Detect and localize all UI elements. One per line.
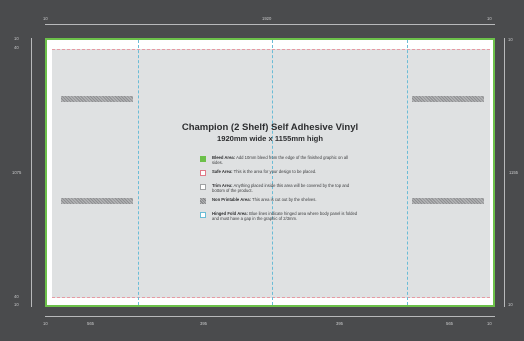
legend-item-trim: Trim Area: Anything placed inside this a… [200,183,360,197]
non-printable-swatch-icon [200,198,206,204]
bottom-dim-panel-4: 565 [446,321,453,326]
left-dim-bottom-trim: 40 [14,294,19,299]
left-dim-line [31,38,32,307]
top-dim-left: 10 [43,16,48,21]
trim-swatch-icon [200,184,206,190]
legend-item-bleed: Bleed Area: Add 10mm bleed from the edge… [200,155,360,169]
shelf-cutout-bottom-right [412,198,484,204]
legend-item-safe: Safe Area: This is the area for your des… [200,169,360,183]
left-dim-height: 1075 [12,170,22,175]
legend: Bleed Area: Add 10mm bleed from the edge… [200,155,360,225]
legend-text: Anything placed inside this area will be… [212,183,350,193]
left-dim-bottom-bleed: 10 [14,302,19,307]
legend-text: This area is cut out by the shelves. [252,197,317,202]
shelf-cutout-top-right [412,96,484,102]
legend-text: This is the area for your design to be p… [233,169,317,174]
left-dim-top-trim: 40 [14,45,19,50]
safe-swatch-icon [200,170,206,176]
template-title: Champion (2 Shelf) Self Adhesive Vinyl [181,122,359,133]
bottom-dim-line [45,316,495,317]
top-dim-line [45,24,495,25]
right-dim-bottom: 10 [508,302,513,307]
shelf-cutout-bottom-left [61,198,133,204]
bottom-dim-panel-2: 395 [200,321,207,326]
legend-label: Safe Area: [212,169,233,174]
bottom-dim-left-bleed: 10 [43,321,48,326]
legend-item-hinge: Hinged Fold Area: Blue lines indicate hi… [200,211,360,225]
bleed-swatch-icon [200,156,206,162]
template-subtitle: 1920mm wide x 1155mm high [217,134,323,143]
shelf-cutout-top-left [61,96,133,102]
hinge-line-3 [407,40,408,305]
legend-label: Non Printable Area: [212,197,251,202]
safe-line-top [52,49,490,50]
right-dim-line [504,38,505,307]
top-dim-right: 10 [487,16,492,21]
safe-line-bottom [52,297,490,298]
right-dim-height: 1155 [509,170,519,175]
top-dim-width: 1920 [262,16,272,21]
bottom-dim-panel-1: 565 [87,321,94,326]
hinge-line-1 [138,40,139,305]
right-dim-top: 10 [508,37,513,42]
bottom-dim-right-bleed: 10 [487,321,492,326]
bottom-dim-panel-3: 395 [336,321,343,326]
left-dim-top-bleed: 10 [14,36,19,41]
hinge-swatch-icon [200,212,206,218]
legend-item-non-printable: Non Printable Area: This area is cut out… [200,197,360,211]
